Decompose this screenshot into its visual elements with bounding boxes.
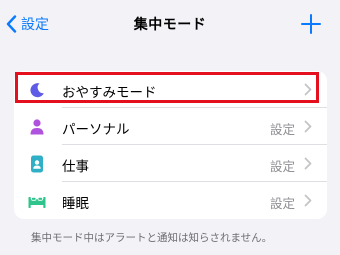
chevron-right-icon [304,120,312,133]
navigation-bar: 設定 集中モード [0,0,340,52]
focus-row-work[interactable]: 仕事 設定 [14,145,327,182]
person-icon [28,118,46,136]
badge-icon [28,155,46,173]
focus-row-label: パーソナル [62,122,130,138]
focus-row-detail: 設定 [269,196,295,211]
bed-icon [28,192,46,210]
page-title: 集中モード [133,17,207,33]
footer-note: 集中モード中はアラートと通知は知らされません。 [31,232,273,244]
highlight-box [15,72,319,103]
focus-row-sleep[interactable]: 睡眠 設定 [14,182,327,219]
focus-row-detail: 設定 [269,159,295,174]
focus-row-label: 睡眠 [62,196,89,212]
focus-row-detail: 設定 [269,122,295,137]
focus-row-personal[interactable]: パーソナル 設定 [14,108,327,145]
chevron-right-icon [304,194,312,207]
add-button[interactable] [300,13,322,35]
plus-icon [301,14,321,34]
focus-row-label: 仕事 [62,159,89,175]
chevron-right-icon [304,157,312,170]
